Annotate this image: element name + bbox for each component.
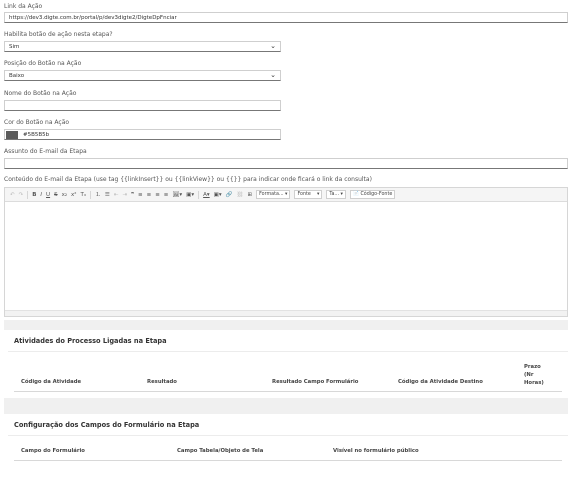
rich-text-editor: ↶ ↷ B I U S x₂ x² Tₓ ⒈ ☰ ⇤ ⇥ ❞ ≡ ≡ ≡ ≡ 🖼…: [4, 187, 568, 317]
toolbar-divider: [198, 190, 200, 199]
media-icon[interactable]: ▣▾: [184, 189, 196, 201]
format-dropdown[interactable]: Formata... ▾: [256, 190, 291, 199]
col-campo-formulario: Campo do Formulário: [21, 448, 85, 454]
cor-value: #5B5B5b: [23, 132, 50, 138]
size-dropdown[interactable]: Ta... ▾: [326, 190, 346, 199]
text-color-icon[interactable]: A▾: [201, 189, 212, 201]
subscript-button[interactable]: x₂: [60, 189, 69, 201]
justify-icon[interactable]: ≡: [162, 189, 171, 201]
unlink-icon[interactable]: ⛓: [234, 189, 245, 201]
habilita-value: Sim: [9, 44, 20, 50]
col-visivel-publico: Visível no formulário público: [333, 448, 419, 454]
font-dropdown[interactable]: Fonte ▾: [294, 190, 323, 199]
col-resultado: Resultado: [147, 379, 177, 385]
atividades-section: Atividades do Processo Ligadas na Etapa …: [8, 330, 568, 398]
indent-icon[interactable]: ⇥: [120, 189, 129, 201]
align-left-icon[interactable]: ≡: [136, 189, 145, 201]
background-color-icon[interactable]: ▣▾: [212, 189, 224, 201]
col-prazo-line: (Nr: [524, 372, 534, 378]
underline-button[interactable]: U: [44, 189, 52, 201]
atividades-title: Atividades do Processo Ligadas na Etapa: [14, 337, 167, 345]
table-header-divider: [14, 460, 562, 461]
font-dropdown-label: Fonte: [297, 192, 311, 197]
undo-icon[interactable]: ↶: [8, 189, 17, 201]
nome-label: Nome do Botão na Ação: [4, 90, 77, 97]
size-dropdown-label: Ta...: [329, 192, 340, 197]
assunto-input[interactable]: [4, 158, 568, 169]
col-prazo: Prazo (Nr Horas): [524, 363, 544, 387]
col-codigo-atividade: Código da Atividade: [21, 379, 82, 385]
outdent-icon[interactable]: ⇤: [112, 189, 121, 201]
toolbar-divider: [27, 190, 29, 199]
posicao-label: Posição do Botão na Ação: [4, 60, 82, 67]
col-atividade-destino: Código da Atividade Destino: [398, 379, 483, 385]
bullet-list-icon[interactable]: ☰: [103, 189, 112, 201]
habilita-select[interactable]: Sim ⌄: [4, 41, 281, 52]
numbered-list-icon[interactable]: ⒈: [93, 189, 103, 201]
source-code-button[interactable]: 📄 Código-Fonte: [349, 190, 396, 199]
link-icon[interactable]: 🔗: [224, 189, 235, 201]
col-resultado-campo: Resultado Campo Formulário: [272, 379, 359, 385]
cor-label: Cor do Botão na Ação: [4, 119, 70, 126]
chevron-down-icon: ⌄: [270, 71, 276, 79]
section-gap: [4, 320, 568, 330]
section-gap: [4, 398, 568, 414]
table-icon[interactable]: ⊞: [245, 189, 254, 201]
link-label: Link da Ação: [4, 3, 43, 10]
source-code-label: Código-Fonte: [360, 192, 393, 197]
conteudo-label: Conteúdo do E-mail da Etapa (use tag {{l…: [4, 176, 372, 183]
col-prazo-line: Horas): [524, 380, 544, 386]
align-center-icon[interactable]: ≡: [145, 189, 154, 201]
table-header-divider: [14, 391, 562, 392]
strikethrough-button[interactable]: S: [52, 189, 60, 201]
image-icon[interactable]: 🖼▾: [170, 189, 184, 201]
bold-button[interactable]: B: [30, 189, 38, 201]
format-dropdown-label: Formata...: [259, 192, 284, 197]
link-input[interactable]: https://dev3.digte.com.br/portal/p/dev3d…: [4, 12, 568, 23]
posicao-select[interactable]: Baixo ⌄: [4, 70, 281, 81]
remove-format-button[interactable]: Tₓ: [79, 189, 89, 201]
editor-status-bar: [5, 310, 567, 316]
habilita-label: Habilita botão de ação nesta etapa?: [4, 31, 113, 38]
superscript-button[interactable]: x²: [69, 189, 78, 201]
blockquote-icon[interactable]: ❞: [129, 189, 136, 201]
section-divider: [8, 351, 568, 352]
toolbar-divider: [90, 190, 92, 199]
posicao-value: Baixo: [9, 73, 25, 79]
editor-content-area[interactable]: [5, 202, 567, 310]
color-swatch[interactable]: [6, 131, 18, 139]
section-divider: [8, 435, 568, 436]
col-campo-tabela: Campo Tabela/Objeto de Tela: [177, 448, 264, 454]
cor-input[interactable]: #5B5B5b: [4, 129, 281, 140]
col-prazo-line: Prazo: [524, 364, 541, 370]
configuracao-section: Configuração dos Campos do Formulário na…: [8, 414, 568, 479]
assunto-label: Assunto do E-mail da Etapa: [4, 148, 87, 155]
align-right-icon[interactable]: ≡: [153, 189, 162, 201]
redo-icon[interactable]: ↷: [17, 189, 26, 201]
editor-toolbar: ↶ ↷ B I U S x₂ x² Tₓ ⒈ ☰ ⇤ ⇥ ❞ ≡ ≡ ≡ ≡ 🖼…: [5, 188, 567, 202]
configuracao-title: Configuração dos Campos do Formulário na…: [14, 421, 200, 429]
nome-input[interactable]: [4, 100, 281, 111]
chevron-down-icon: ⌄: [270, 42, 276, 50]
